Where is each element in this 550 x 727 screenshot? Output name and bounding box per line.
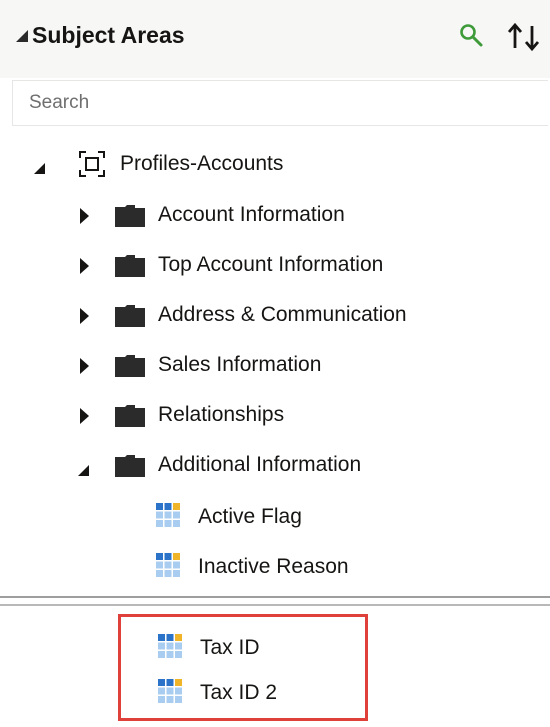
folder-label: Additional Information (158, 453, 362, 476)
panel-title: Subject Areas (32, 22, 185, 48)
folder-label: Address & Communication (158, 303, 407, 326)
folder-icon (115, 405, 145, 427)
collapsed-triangle-icon[interactable] (80, 208, 89, 224)
folder-icon (115, 455, 145, 477)
tree-row-folder[interactable]: Account Information (0, 191, 540, 239)
tree-row-folder[interactable]: Additional Information (0, 441, 540, 489)
column-icon (156, 553, 180, 577)
collapsed-triangle-icon[interactable] (80, 408, 89, 424)
folder-label: Relationships (158, 403, 285, 426)
tree-row-folder[interactable]: Top Account Information (0, 241, 540, 289)
folder-label: Account Information (158, 203, 345, 226)
tree-row-column[interactable]: Inactive Reason (0, 543, 540, 591)
column-icon (158, 634, 182, 658)
folder-icon (115, 255, 145, 277)
tree-row-folder[interactable]: Relationships (0, 391, 540, 439)
folder-label: Top Account Information (158, 253, 384, 276)
sort-icon[interactable] (505, 20, 545, 54)
collapsed-triangle-icon[interactable] (80, 358, 89, 374)
search-input[interactable] (29, 89, 529, 117)
tree-row-column[interactable]: Tax ID (0, 624, 540, 672)
column-label: Tax ID (200, 636, 260, 659)
collapsed-triangle-icon[interactable] (80, 308, 89, 324)
folder-label: Sales Information (158, 353, 322, 376)
folder-icon (115, 355, 145, 377)
panel-divider (0, 604, 550, 606)
column-label: Tax ID 2 (200, 681, 278, 704)
column-label: Inactive Reason (198, 555, 349, 578)
tree-row-column[interactable]: Tax ID 2 (0, 669, 540, 717)
search-box (12, 80, 548, 126)
collapsed-triangle-icon[interactable] (80, 258, 89, 274)
panel-divider (0, 596, 550, 598)
search-icon[interactable] (458, 22, 486, 50)
tree-row-column[interactable]: Active Flag (0, 493, 540, 541)
tree-row-folder[interactable]: Sales Information (0, 341, 540, 389)
folder-icon (115, 205, 145, 227)
subject-areas-header: Subject Areas (0, 0, 550, 78)
column-icon (158, 679, 182, 703)
expanded-triangle-icon[interactable] (78, 465, 89, 476)
collapse-panel-icon[interactable] (16, 30, 28, 42)
tree-row-folder[interactable]: Address & Communication (0, 291, 540, 339)
column-icon (156, 503, 180, 527)
subject-area-icon (79, 151, 105, 177)
folder-icon (115, 305, 145, 327)
column-label: Active Flag (198, 505, 302, 528)
expanded-triangle-icon[interactable] (34, 163, 45, 174)
tree-row-subject-area[interactable]: Profiles-Accounts (0, 140, 540, 188)
subject-area-label: Profiles-Accounts (120, 152, 284, 175)
